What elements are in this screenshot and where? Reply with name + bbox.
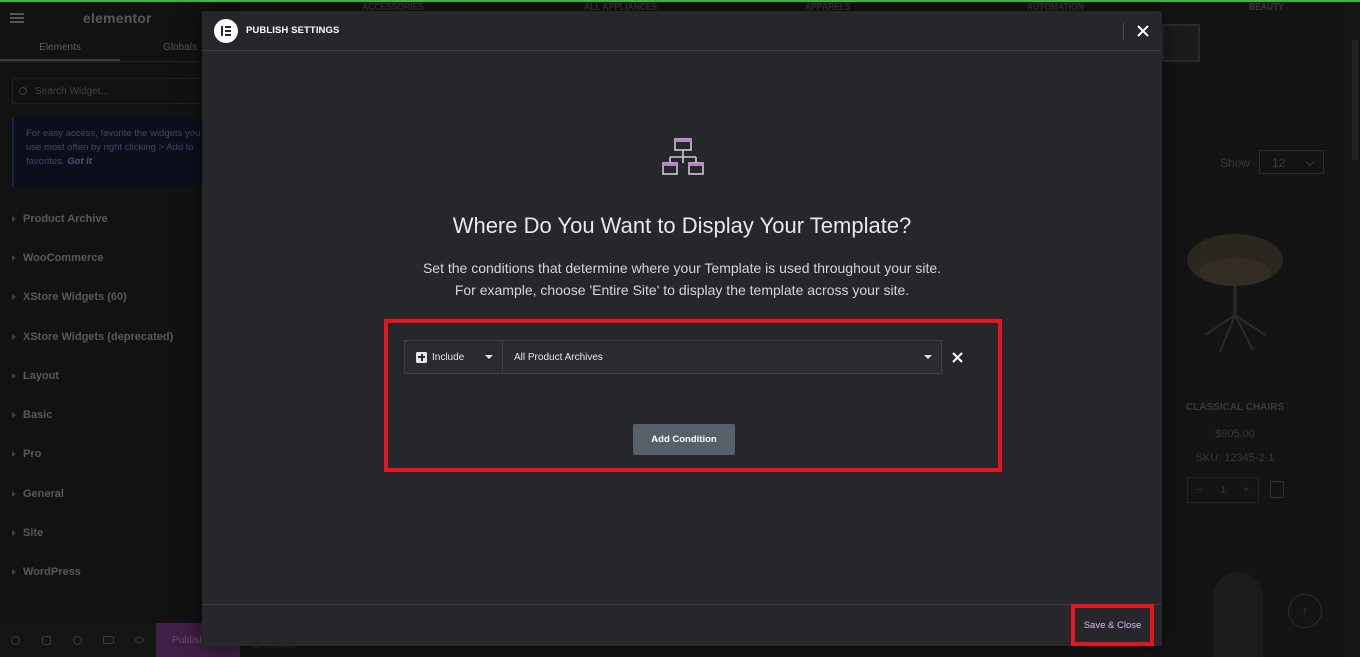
caret-right-icon bbox=[12, 412, 16, 419]
search-widget-input[interactable] bbox=[35, 85, 205, 97]
description-line-1: Set the conditions that determine where … bbox=[422, 260, 942, 276]
category-label: Site bbox=[23, 527, 44, 540]
caret-right-icon bbox=[12, 451, 16, 458]
category-label: XStore Widgets (60) bbox=[23, 291, 127, 304]
product-title[interactable]: CLASSICAL CHAIRS bbox=[1160, 402, 1310, 413]
caret-right-icon bbox=[12, 490, 16, 497]
category-label: Pro bbox=[23, 448, 42, 461]
condition-value-text: All Product Archives bbox=[514, 351, 603, 363]
search-icon bbox=[19, 87, 27, 95]
responsive-icon[interactable] bbox=[93, 623, 124, 657]
caret-right-icon bbox=[12, 530, 16, 537]
tip-text: For easy access, favorite the widgets yo… bbox=[26, 128, 201, 167]
product-image-vase[interactable] bbox=[1213, 572, 1263, 657]
category-label: General bbox=[23, 487, 64, 500]
save-and-close-button[interactable]: Save & Close bbox=[1071, 604, 1154, 646]
cart-icon[interactable] bbox=[1270, 481, 1284, 498]
publish-settings-modal: PUBLISH SETTINGS Where Do You Want to Di… bbox=[202, 11, 1162, 646]
modal-heading: Where Do You Want to Display Your Templa… bbox=[452, 213, 912, 238]
modal-description: Set the conditions that determine where … bbox=[202, 257, 1162, 301]
elementor-logo: elementor bbox=[83, 10, 152, 26]
close-modal-button[interactable] bbox=[1134, 22, 1152, 40]
per-page-select[interactable]: 12 bbox=[1259, 150, 1324, 174]
modal-header: PUBLISH SETTINGS bbox=[202, 11, 1162, 51]
caret-down-icon bbox=[924, 355, 932, 359]
close-icon bbox=[1137, 25, 1149, 37]
qty-minus-button[interactable]: − bbox=[1188, 485, 1211, 496]
category-label: XStore Widgets (deprecated) bbox=[23, 330, 174, 343]
image-placeholder-icon bbox=[1162, 24, 1200, 62]
caret-right-icon bbox=[12, 333, 16, 340]
add-condition-button[interactable]: Add Condition bbox=[633, 424, 735, 455]
layers-icon[interactable] bbox=[31, 623, 62, 657]
condition-value-select[interactable]: All Product Archives bbox=[503, 341, 941, 373]
tab-elements[interactable]: Elements bbox=[0, 36, 120, 61]
caret-right-icon bbox=[12, 215, 16, 222]
close-icon bbox=[951, 351, 963, 363]
conditions-highlight-box: Include All Product Archives Add Conditi… bbox=[384, 319, 1002, 472]
category-label: WordPress bbox=[23, 566, 81, 579]
tip-got-it-link[interactable]: Got It bbox=[67, 156, 92, 167]
scroll-to-top-icon[interactable]: ↑ bbox=[1288, 594, 1322, 628]
modal-footer bbox=[202, 604, 1162, 646]
settings-icon[interactable] bbox=[0, 623, 31, 657]
modal-title: PUBLISH SETTINGS bbox=[246, 25, 340, 36]
favorites-tip: For easy access, favorite the widgets yo… bbox=[12, 118, 212, 186]
qty-plus-button[interactable]: + bbox=[1235, 485, 1258, 496]
remove-condition-button[interactable] bbox=[948, 348, 966, 366]
nav-item[interactable]: BEAUTY bbox=[1249, 2, 1284, 13]
menu-icon[interactable] bbox=[10, 13, 24, 23]
widget-search bbox=[12, 78, 228, 104]
condition-type-select[interactable]: Include bbox=[405, 341, 503, 373]
quantity-stepper: − 1 + bbox=[1187, 477, 1259, 503]
description-line-2: For example, choose 'Entire Site' to dis… bbox=[454, 282, 910, 298]
qty-value[interactable]: 1 bbox=[1211, 485, 1234, 496]
caret-right-icon bbox=[12, 569, 16, 576]
show-label: Show bbox=[1220, 156, 1251, 170]
preview-icon[interactable] bbox=[124, 623, 155, 657]
elementor-logo-icon bbox=[214, 18, 238, 43]
chevron-down-icon bbox=[1305, 157, 1315, 167]
condition-row: Include All Product Archives bbox=[404, 340, 942, 374]
product-image-chair[interactable] bbox=[1185, 230, 1285, 355]
category-label: Layout bbox=[23, 369, 60, 382]
plus-square-icon bbox=[416, 351, 427, 363]
category-label: WooCommerce bbox=[23, 251, 104, 264]
category-label: Product Archive bbox=[23, 212, 108, 225]
top-accent-line bbox=[0, 0, 1360, 2]
caret-right-icon bbox=[12, 372, 16, 379]
condition-type-value: Include bbox=[432, 351, 465, 363]
history-icon[interactable] bbox=[62, 623, 93, 657]
preview-scrollbar[interactable] bbox=[1350, 0, 1360, 657]
product-price: $905.00 bbox=[1215, 428, 1255, 440]
caret-right-icon bbox=[12, 294, 16, 301]
product-sku: SKU: 12345-2-1 bbox=[1195, 452, 1275, 464]
caret-right-icon bbox=[12, 254, 16, 261]
per-page-value: 12 bbox=[1272, 156, 1286, 170]
caret-down-icon bbox=[485, 355, 493, 359]
sitemap-icon bbox=[662, 138, 704, 175]
category-label: Basic bbox=[23, 409, 53, 422]
header-divider bbox=[1123, 23, 1124, 40]
